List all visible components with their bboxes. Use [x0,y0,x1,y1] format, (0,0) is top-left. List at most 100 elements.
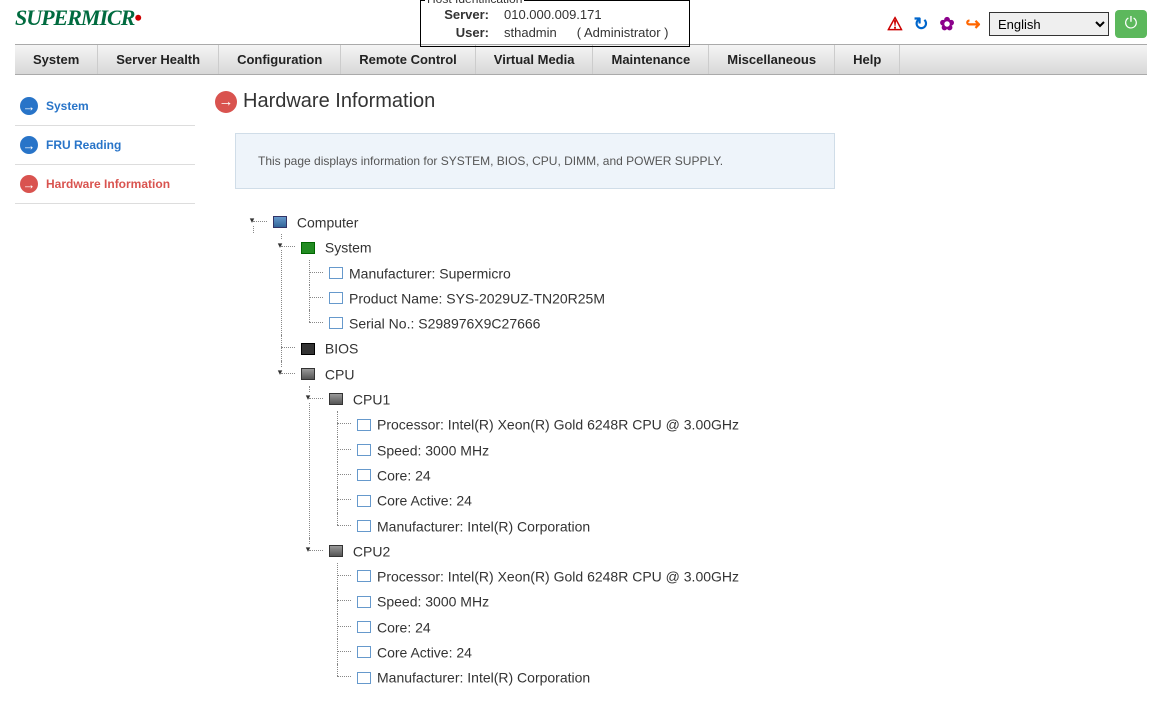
tree-label: Computer [297,214,358,230]
tree-label: BIOS [325,341,358,357]
tree-label: Core Active: 24 [377,644,472,660]
tree-leaf: Manufacturer: Supermicro [301,260,1127,285]
doc-icon [357,444,371,456]
menu-maintenance[interactable]: Maintenance [593,45,709,74]
doc-icon [357,672,371,684]
sidebar-item-label: System [46,99,89,113]
main-content: → Hardware Information This page display… [195,75,1147,705]
menu-spacer [900,45,1147,74]
tree-leaf: Serial No.: S298976X9C27666 [301,310,1127,335]
doc-icon [357,646,371,658]
tree-label: CPU2 [353,543,390,559]
tree-leaf: Processor: Intel(R) Xeon(R) Gold 6248R C… [329,411,1127,436]
doc-icon [357,621,371,633]
doc-icon [329,317,343,329]
menu-miscellaneous[interactable]: Miscellaneous [709,45,835,74]
menu-virtual-media[interactable]: Virtual Media [476,45,594,74]
arrow-icon: → [20,136,38,154]
arrow-icon: → [215,91,237,113]
tree-node-cpu2[interactable]: ▾ CPU2 Processor: Intel(R) Xeon(R) Gold … [301,538,1127,690]
main-menubar: System Server Health Configuration Remot… [15,44,1147,75]
logo-text: SUPERMICR [15,5,134,30]
hardware-tree: ▾ Computer ▾ System Manufacturer: Superm… [245,209,1127,690]
page-title: Hardware Information [243,90,435,113]
user-label: User: [429,25,489,40]
host-identification-box: Host Identification Server: 010.000.009.… [420,0,690,47]
toggle-icon[interactable]: ▾ [275,240,285,250]
tree-node-computer[interactable]: ▾ Computer ▾ System Manufacturer: Superm… [245,209,1127,690]
server-label: Server: [429,7,489,22]
tree-label: System [325,240,372,256]
tree-node-cpu[interactable]: ▾ CPU ▾ CPU1 Processor: Intel(R) Xeon(R)… [273,361,1127,690]
doc-icon [329,292,343,304]
tree-leaf: Speed: 3000 MHz [329,437,1127,462]
tree-label: Manufacturer: Intel(R) Corporation [377,518,590,534]
sidebar: → System → FRU Reading → Hardware Inform… [15,75,195,705]
tree-leaf: Core Active: 24 [329,639,1127,664]
leaf-icon[interactable]: ✿ [937,14,957,34]
logo: SUPERMICR• [15,5,141,31]
sidebar-item-fru-reading[interactable]: → FRU Reading [15,126,195,165]
header: SUPERMICR• Host Identification Server: 0… [0,0,1162,36]
tree-leaf: Core: 24 [329,462,1127,487]
user-role: ( Administrator ) [577,25,669,40]
tree-label: Product Name: SYS-2029UZ-TN20R25M [349,290,605,306]
tree-leaf: Product Name: SYS-2029UZ-TN20R25M [301,285,1127,310]
tree-label: Manufacturer: Intel(R) Corporation [377,670,590,686]
sidebar-item-hardware-information[interactable]: → Hardware Information [15,165,195,204]
tree-leaf: Core: 24 [329,614,1127,639]
server-value: 010.000.009.171 [504,7,602,22]
user-value: sthadmin [504,25,557,40]
tree-leaf: Manufacturer: Intel(R) Corporation [329,513,1127,538]
sidebar-item-label: FRU Reading [46,138,121,152]
tree-label: CPU1 [353,391,390,407]
bios-icon [301,343,315,355]
arrow-icon: → [20,175,38,193]
logout-icon[interactable]: ↪ [963,14,983,34]
sidebar-item-label: Hardware Information [46,177,170,191]
cpu-icon [301,368,315,380]
computer-icon [273,216,287,228]
doc-icon [357,469,371,481]
toggle-icon[interactable]: ▾ [275,367,285,377]
tree-label: Processor: Intel(R) Xeon(R) Gold 6248R C… [377,568,739,584]
cpu-icon [329,393,343,405]
menu-help[interactable]: Help [835,45,900,74]
tree-label: Processor: Intel(R) Xeon(R) Gold 6248R C… [377,417,739,433]
menu-remote-control[interactable]: Remote Control [341,45,476,74]
tree-leaf: Core Active: 24 [329,487,1127,512]
toggle-icon[interactable]: ▾ [303,544,313,554]
power-button[interactable]: ⏻ [1115,10,1147,38]
system-icon [301,242,315,254]
tree-node-cpu1[interactable]: ▾ CPU1 Processor: Intel(R) Xeon(R) Gold … [301,386,1127,538]
doc-icon [357,419,371,431]
tree-label: Serial No.: S298976X9C27666 [349,315,540,331]
arrow-icon: → [20,97,38,115]
tree-label: Core: 24 [377,619,431,635]
doc-icon [357,495,371,507]
tree-node-bios[interactable]: BIOS [273,335,1127,360]
language-select[interactable]: English [989,12,1109,36]
tree-label: Manufacturer: Supermicro [349,265,511,281]
tree-leaf: Manufacturer: Intel(R) Corporation [329,664,1127,689]
refresh-icon[interactable]: ↻ [911,14,931,34]
tree-label: Core: 24 [377,467,431,483]
toggle-icon[interactable]: ▾ [303,392,313,402]
toggle-icon[interactable]: ▾ [247,215,257,225]
doc-icon [357,520,371,532]
tree-leaf: Speed: 3000 MHz [329,588,1127,613]
menu-system[interactable]: System [15,45,98,74]
host-legend: Host Identification [425,0,524,6]
cpu-icon [329,545,343,557]
tree-label: Core Active: 24 [377,493,472,509]
tree-node-system[interactable]: ▾ System Manufacturer: Supermicro Produc… [273,234,1127,335]
page-title-row: → Hardware Information [215,90,1127,113]
tree-leaf: Processor: Intel(R) Xeon(R) Gold 6248R C… [329,563,1127,588]
doc-icon [357,570,371,582]
menu-server-health[interactable]: Server Health [98,45,219,74]
menu-configuration[interactable]: Configuration [219,45,341,74]
sidebar-item-system[interactable]: → System [15,87,195,126]
top-right-toolbar: ⚠ ↻ ✿ ↪ English ⏻ [885,10,1147,38]
doc-icon [329,267,343,279]
alert-icon[interactable]: ⚠ [885,14,905,34]
